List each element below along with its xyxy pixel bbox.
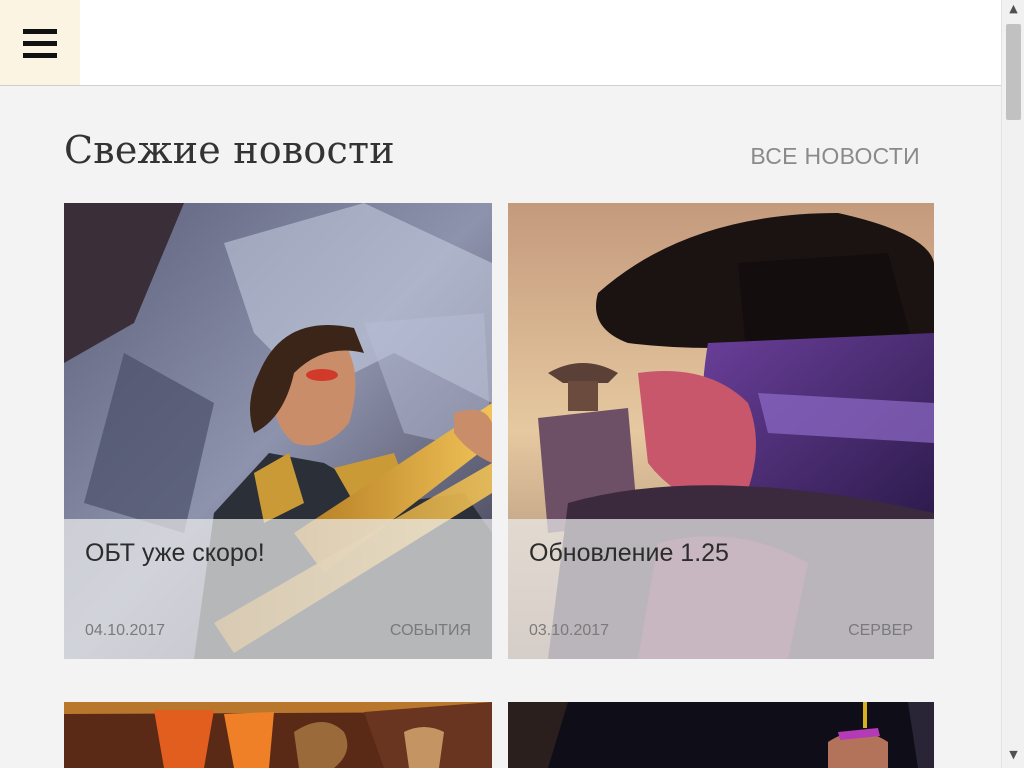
news-card-date: 03.10.2017 (529, 622, 610, 639)
news-card-category[interactable]: СОБЫТИЯ (390, 622, 471, 640)
news-card[interactable] (508, 702, 934, 768)
news-card-caption: ОБТ уже скоро! 04.10.2017 СОБЫТИЯ (64, 519, 492, 659)
section-title: Свежие новости (64, 128, 395, 172)
news-card[interactable] (64, 702, 492, 768)
news-card-category[interactable]: СЕРВЕР (848, 622, 913, 640)
page: Свежие новости ВСЕ НОВОСТИ ОБТ уже скоро… (0, 0, 1024, 768)
news-card-title: Обновление 1.25 (529, 539, 729, 567)
all-news-link[interactable]: ВСЕ НОВОСТИ (750, 143, 920, 170)
news-card-image (508, 702, 934, 768)
scroll-up-icon[interactable]: ▲ (1002, 0, 1024, 18)
news-card-date: 04.10.2017 (85, 622, 166, 639)
news-card-title: ОБТ уже скоро! (85, 539, 265, 567)
news-card[interactable]: ОБТ уже скоро! 04.10.2017 СОБЫТИЯ (64, 203, 492, 659)
menu-button[interactable] (0, 0, 80, 85)
top-header (0, 0, 1001, 86)
scrollbar-thumb[interactable] (1006, 24, 1021, 120)
news-card[interactable]: Обновление 1.25 03.10.2017 СЕРВЕР (508, 203, 934, 659)
news-card-caption: Обновление 1.25 03.10.2017 СЕРВЕР (508, 519, 934, 659)
scroll-down-icon[interactable]: ▼ (1002, 746, 1024, 764)
vertical-scrollbar[interactable]: ▲ ▼ (1001, 0, 1024, 768)
news-card-image (64, 702, 492, 768)
